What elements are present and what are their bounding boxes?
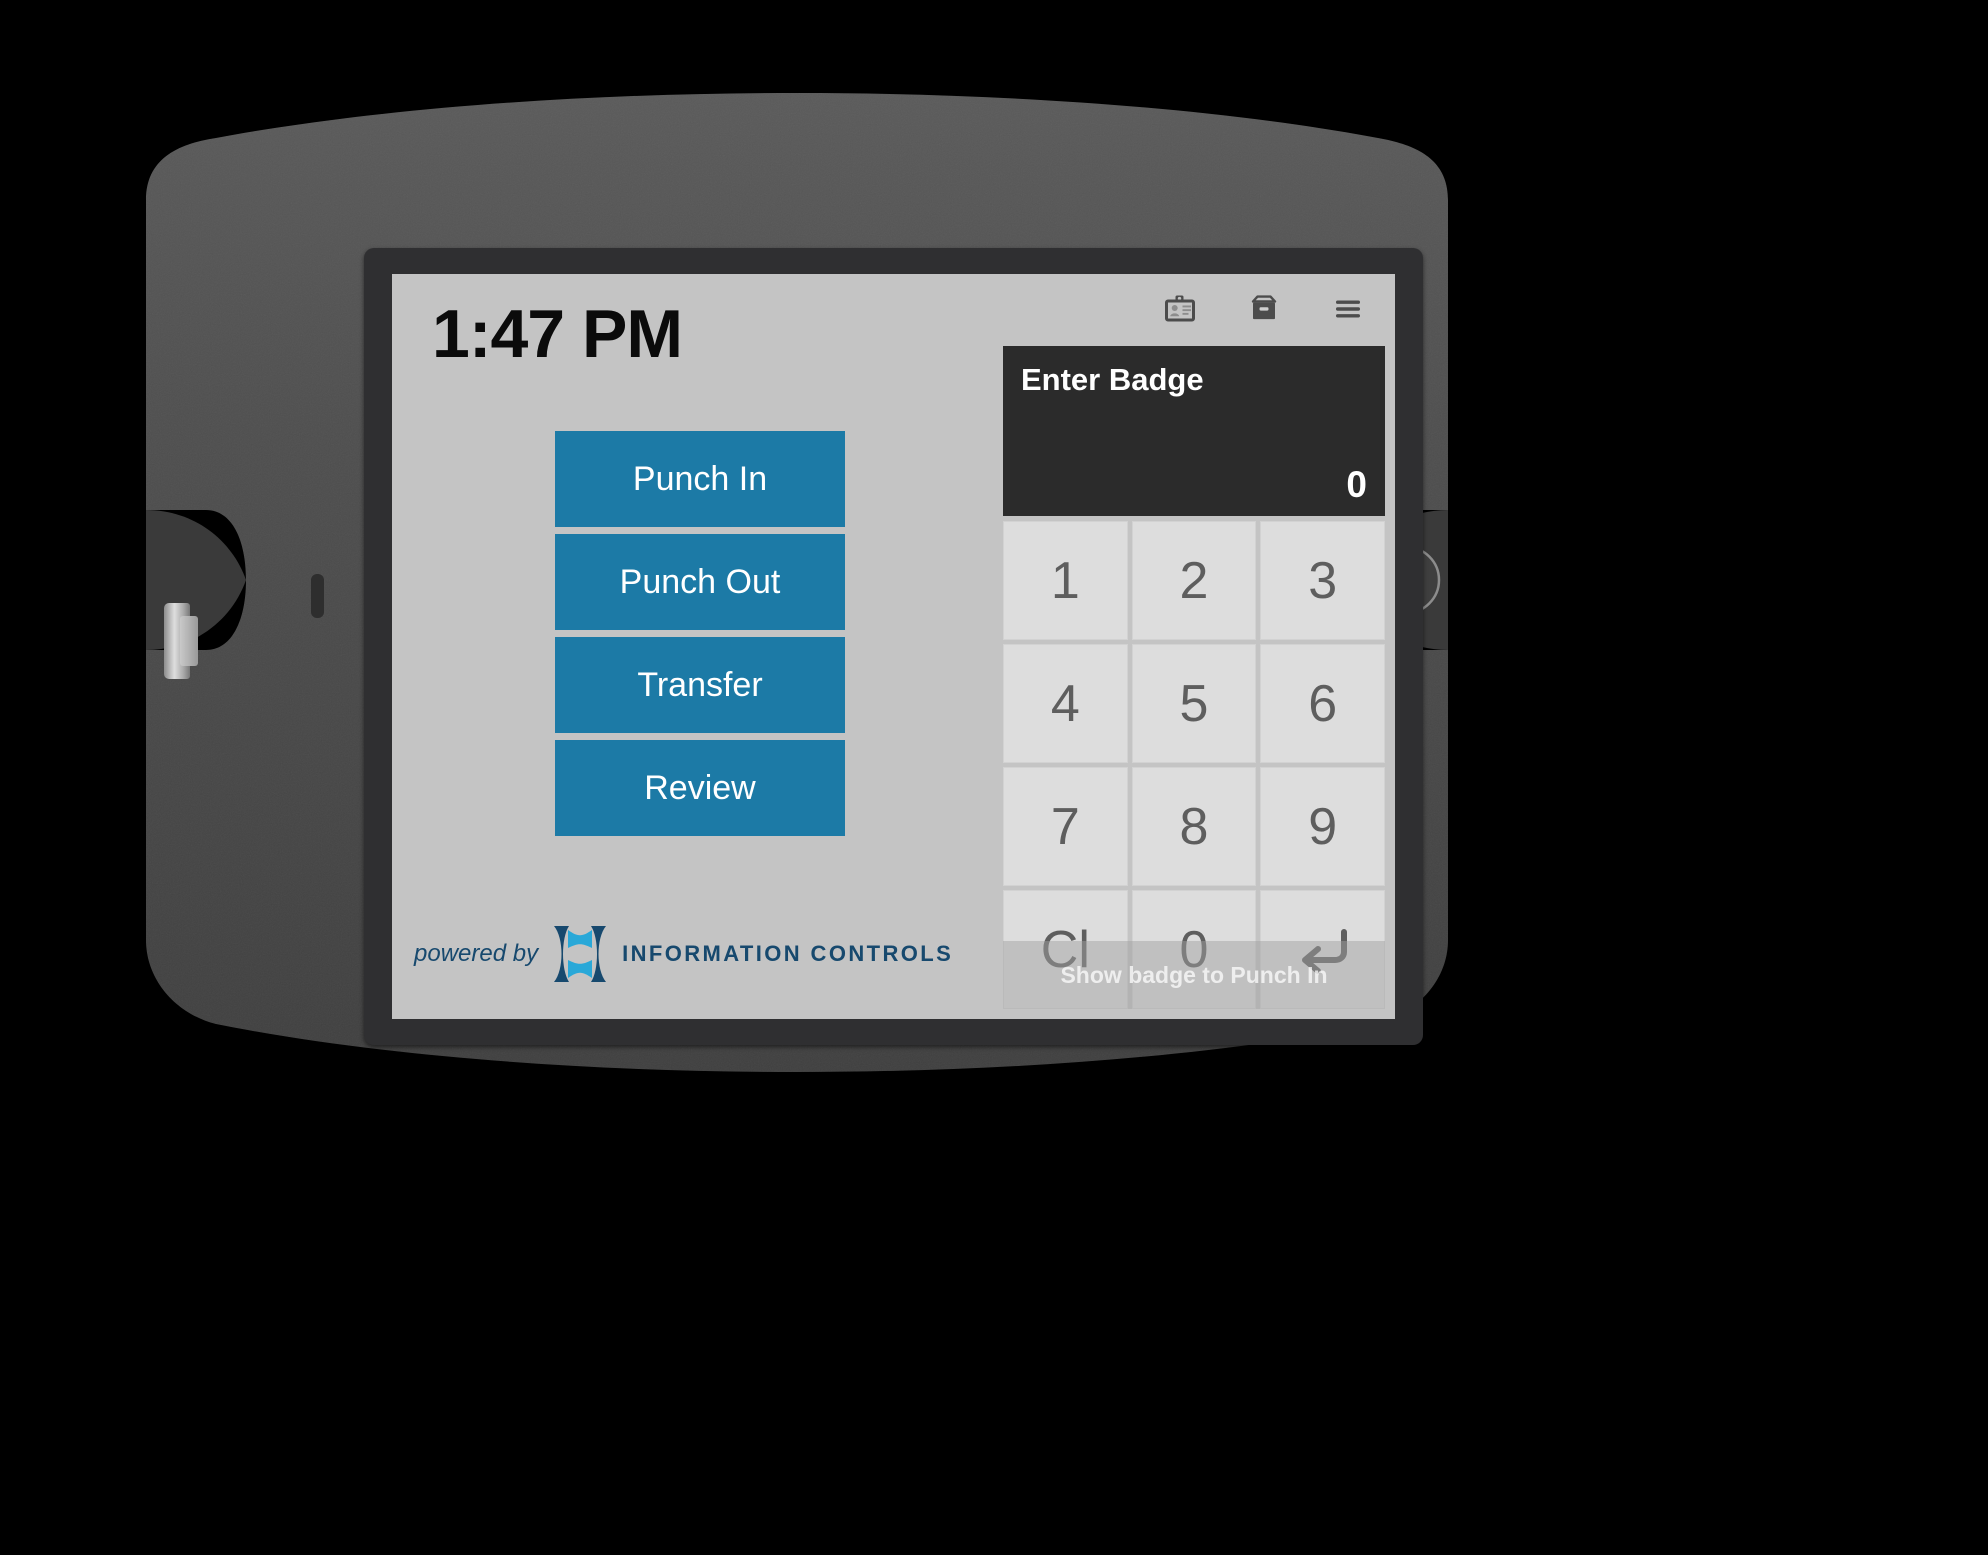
badge-entry-value: 0 [1346, 464, 1367, 505]
topbar-icons [1161, 290, 1367, 328]
punch-out-button[interactable]: Punch Out [555, 534, 845, 630]
key-enter[interactable] [1260, 890, 1385, 1009]
badge-display[interactable]: Enter Badge 0 [1003, 346, 1385, 516]
key-9[interactable]: 9 [1260, 767, 1385, 886]
action-button-column: Punch In Punch Out Transfer Review [555, 431, 845, 836]
numeric-keypad: 1 2 3 4 5 6 7 8 9 Cl 0 Show badge to Pun… [1003, 521, 1385, 1009]
badge-entry-title: Enter Badge [1021, 362, 1204, 397]
brand-name: INFORMATION CONTROLS [622, 941, 954, 966]
powered-by-label: powered by [414, 940, 539, 967]
review-button[interactable]: Review [555, 740, 845, 836]
information-controls-logo-icon [554, 926, 607, 982]
screen-bezel: 1:47 PM Punch In Punch Out Transfer Revi… [364, 248, 1423, 1045]
kiosk-enclosure: 1:47 PM Punch In Punch Out Transfer Revi… [106, 40, 1486, 1120]
key-1[interactable]: 1 [1003, 521, 1128, 640]
key-6[interactable]: 6 [1260, 644, 1385, 763]
key-clear[interactable]: Cl [1003, 890, 1128, 1009]
key-8[interactable]: 8 [1131, 767, 1257, 886]
badge-icon[interactable] [1161, 290, 1199, 328]
key-4[interactable]: 4 [1003, 644, 1128, 763]
archive-box-icon[interactable] [1245, 290, 1283, 328]
badge-icon-glyph [1165, 295, 1195, 322]
enter-arrow-icon [1301, 928, 1347, 974]
transfer-button[interactable]: Transfer [555, 637, 845, 733]
clock: 1:47 PM [432, 296, 683, 372]
badge-entry-panel: Enter Badge 0 1 2 3 4 5 6 7 8 9 Cl 0 Sho… [1003, 346, 1385, 1009]
punch-in-button[interactable]: Punch In [555, 431, 845, 527]
hamburger-menu-icon-glyph [1336, 300, 1360, 318]
screen: 1:47 PM Punch In Punch Out Transfer Revi… [392, 274, 1395, 1019]
archive-box-icon-glyph [1251, 295, 1277, 320]
hamburger-menu-icon[interactable] [1329, 290, 1367, 328]
key-2[interactable]: 2 [1131, 521, 1257, 640]
key-5[interactable]: 5 [1131, 644, 1257, 763]
enclosure-lock-cap [180, 616, 198, 666]
key-7[interactable]: 7 [1003, 767, 1128, 886]
key-0[interactable]: 0 [1131, 890, 1257, 1009]
key-3[interactable]: 3 [1260, 521, 1385, 640]
powered-by-footer: powered by INFORMATION CONTROLS [414, 924, 953, 984]
kiosk-scene: 1:47 PM Punch In Punch Out Transfer Revi… [0, 0, 1988, 1555]
